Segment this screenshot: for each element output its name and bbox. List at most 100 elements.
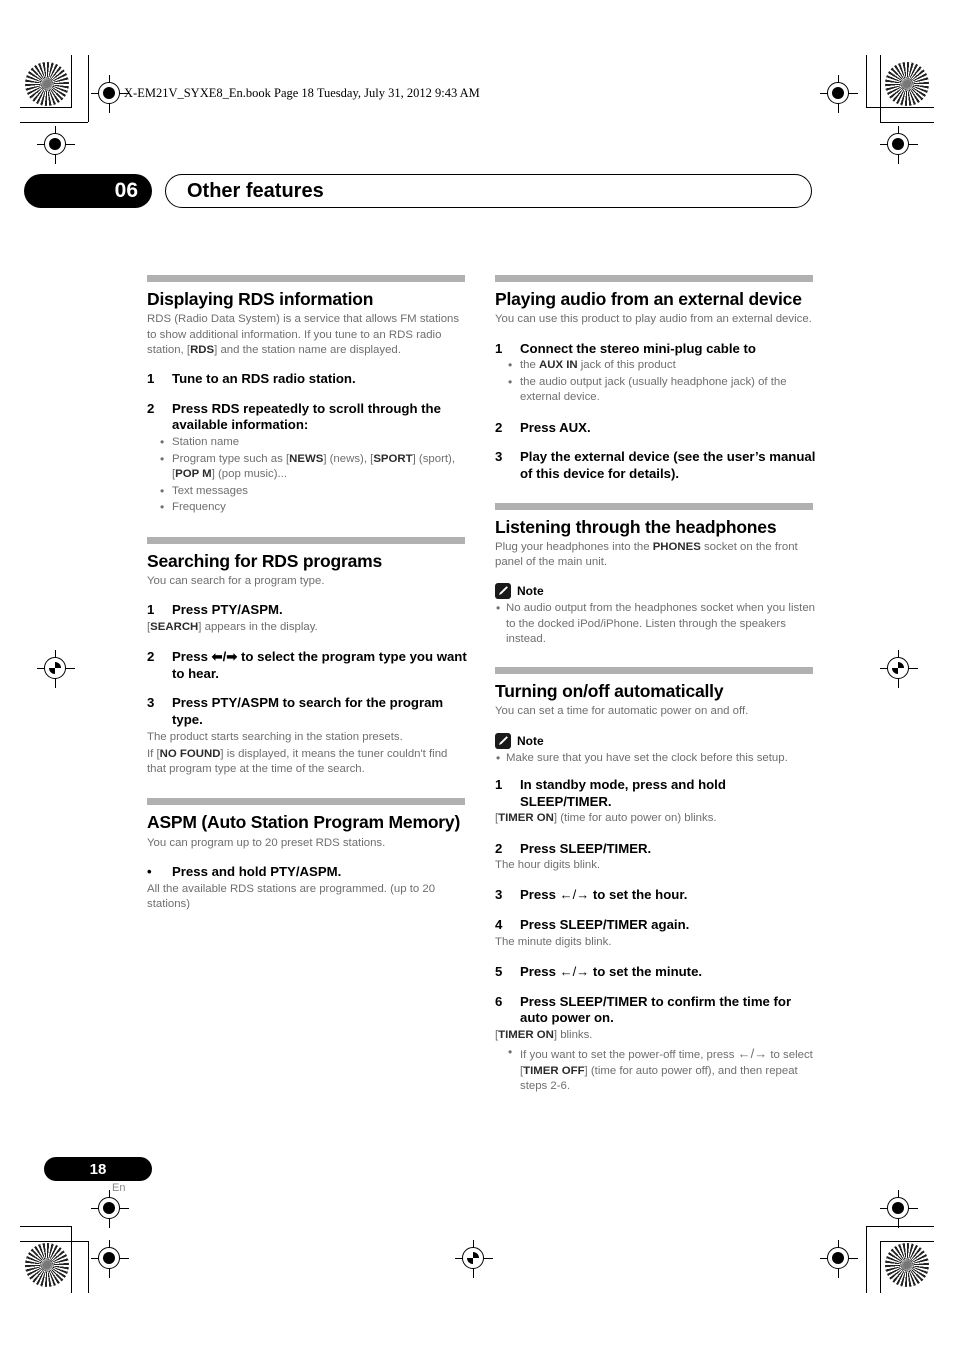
step-number: 1 [495, 777, 503, 793]
step-text: Press PTY/ASPM. [172, 602, 283, 618]
auto-power-intro: You can set a time for automatic power o… [495, 705, 749, 718]
step-text: Press ⬅/➡ to select the program type you… [172, 649, 469, 682]
step-number: 3 [495, 449, 503, 465]
step-note: The product starts searching in the stat… [147, 730, 403, 743]
step-number: 1 [495, 340, 503, 356]
step-text: Press PTY/ASPM to search for the program… [172, 695, 444, 727]
crop-line [866, 107, 934, 108]
step-number: 6 [495, 993, 503, 1009]
list-item: the AUX IN jack of this product [507, 357, 817, 374]
bullet-text: If you want to set the power-off time, p… [520, 1049, 738, 1062]
section-rule [147, 275, 465, 282]
pencil-note-icon [495, 583, 511, 600]
step-number: 2 [495, 840, 503, 856]
crop-line [20, 1241, 88, 1242]
step-text: Press ←/→ to set the minute. [520, 964, 817, 981]
intro-text: Plug your headphones into the [495, 540, 653, 553]
step-note: All the available RDS stations are progr… [147, 882, 436, 910]
section-rule [495, 666, 813, 674]
step-item: 3 Press PTY/ASPM to search for the progr… [147, 695, 469, 728]
crop-line [20, 107, 72, 108]
rds-info-bullets: Station name Program type such as [NEWS]… [147, 434, 469, 516]
section-heading-auto-power: Turning on/off automatically [495, 680, 724, 701]
list-item: Station name [159, 434, 469, 451]
step-text-a: Press [520, 887, 560, 903]
step-item: 2 Press AUX. [495, 420, 817, 437]
step-text: Connect the stereo mini-plug cable to [520, 340, 756, 356]
crop-line [880, 122, 934, 123]
headphones-note-list: No audio output from the headphones sock… [495, 600, 817, 648]
aspm-intro: You can program up to 20 preset RDS stat… [147, 836, 386, 849]
step-item: 5 Press ←/→ to set the minute. [495, 964, 817, 981]
section-heading-rds-search: Searching for RDS programs [147, 550, 382, 571]
left-right-arrows-icon: ⬅/➡ [211, 649, 238, 664]
registration-mark [820, 75, 858, 113]
crop-line [20, 1226, 72, 1227]
list-item: the audio output jack (usually headphone… [507, 374, 817, 406]
timer-on-tag: TIMER ON [498, 812, 554, 825]
left-column: Displaying RDS information RDS (Radio Da… [147, 275, 469, 914]
left-right-arrows-icon: ←/→ [737, 1046, 768, 1062]
left-right-arrows-icon: ←/→ [559, 963, 590, 979]
sport-tag: SPORT [373, 452, 413, 465]
registration-mark [91, 1190, 129, 1228]
star-registration-target [885, 62, 929, 106]
aux-in-tag: AUX IN [539, 359, 578, 372]
list-item: Make sure that you have set the clock be… [495, 750, 817, 767]
manual-page: X-EM21V_SYXE8_En.book Page 18 Tuesday, J… [0, 0, 954, 1348]
list-item: Text messages [159, 483, 469, 500]
step-number: 2 [147, 649, 155, 664]
list-item: No audio output from the headphones sock… [495, 600, 817, 648]
step-item: 2 Press RDS repeatedly to scroll through… [147, 401, 469, 434]
step-item: 1 Press PTY/ASPM. [147, 602, 469, 619]
chapter-number: 06 [24, 174, 152, 208]
registration-mark [880, 650, 918, 688]
rds-info-intro: RDS (Radio Data System) is a service tha… [147, 312, 469, 358]
step-number: 5 [495, 963, 503, 979]
crop-line [880, 55, 881, 122]
note-label: Note [517, 584, 544, 599]
timer-on-tag: TIMER ON [498, 1028, 554, 1041]
note-header: Note [495, 732, 817, 749]
chapter-header: 06 Other features [24, 174, 812, 208]
section-heading-external-audio: Playing audio from an external device [495, 289, 802, 309]
note-label: Note [517, 733, 544, 748]
list-item: Program type such as [NEWS] (news), [SPO… [159, 451, 469, 483]
note-text: If [ [147, 747, 160, 760]
step-number: 3 [495, 887, 503, 903]
page-language: En [112, 1182, 126, 1194]
timer-off-tag: TIMER OFF [523, 1064, 585, 1077]
step-note: [TIMER ON] blinks. [495, 1028, 817, 1043]
registration-mark [880, 1190, 918, 1228]
step-text: Press SLEEP/TIMER to confirm the time fo… [520, 993, 792, 1026]
step-text: In standby mode, press and hold SLEEP/TI… [520, 777, 726, 809]
step-item: 4 Press SLEEP/TIMER again. [495, 917, 817, 934]
registration-mark [91, 1240, 129, 1278]
registration-mark [820, 1240, 858, 1278]
step-item: 2 Press ⬅/➡ to select the program type y… [147, 649, 469, 682]
step-note: The hour digits blink. [495, 859, 601, 872]
step-number: 4 [495, 917, 503, 933]
step-number: 3 [147, 695, 155, 711]
step-note: The minute digits blink. [495, 935, 612, 948]
step-text-b: to set the hour. [589, 887, 688, 903]
registration-mark [455, 1240, 493, 1278]
section-rule [495, 275, 813, 282]
crop-line [880, 1241, 934, 1242]
step-text: Tune to an RDS radio station. [172, 371, 356, 387]
phones-tag: PHONES [652, 540, 701, 553]
step-text: Press ←/→ to set the hour. [520, 887, 817, 904]
section-rule [147, 798, 465, 806]
star-registration-target [25, 62, 69, 106]
section-heading-aspm: ASPM (Auto Station Program Memory) [147, 812, 461, 833]
crop-line [866, 1226, 867, 1293]
step-text-a: Press [520, 963, 560, 979]
page-number-badge: 18 [44, 1157, 152, 1181]
headphones-intro: Plug your headphones into the PHONES soc… [495, 540, 817, 571]
bullet-text: jack of this product [577, 359, 676, 372]
step-text: Press SLEEP/TIMER again. [520, 917, 690, 933]
step-text: Press AUX. [520, 419, 591, 435]
left-right-arrows-icon: ←/→ [559, 887, 590, 903]
bullet-text: the [520, 359, 539, 372]
step-number: 2 [147, 400, 155, 416]
